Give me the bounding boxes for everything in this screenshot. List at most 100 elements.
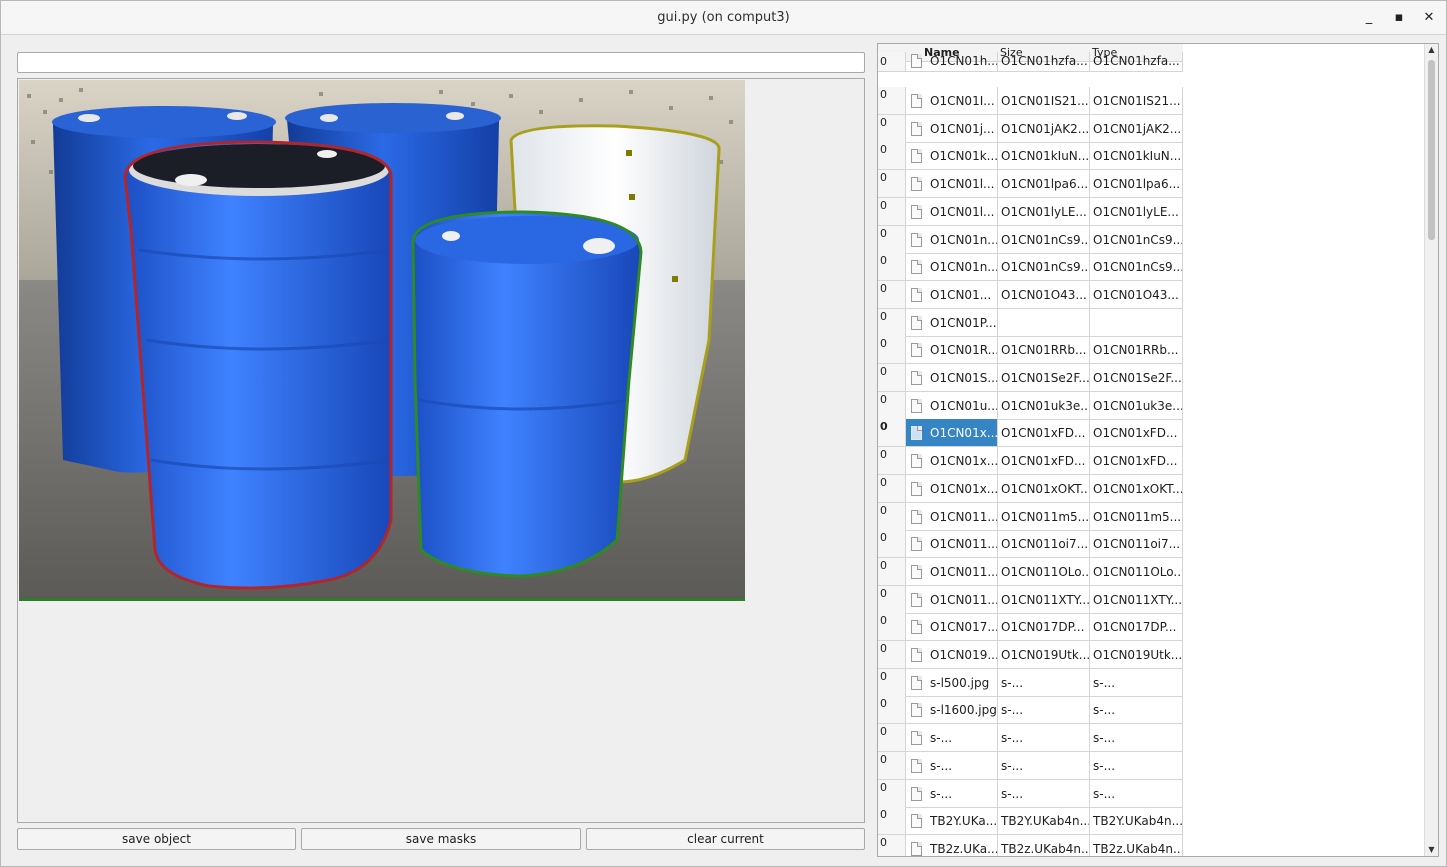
cell-name[interactable]: O1CN017... bbox=[906, 613, 998, 642]
cell-size[interactable]: O1CN017DP... bbox=[998, 613, 1090, 642]
table-row[interactable]: 0 s-... s-... s-... bbox=[878, 724, 1183, 753]
table-row[interactable]: 0 O1CN01j... O1CN01jAK2... O1CN01jAK2... bbox=[878, 114, 1183, 143]
cell-size[interactable]: O1CN01nCs9... bbox=[998, 253, 1090, 282]
cell-type[interactable]: O1CN01jAK2... bbox=[1090, 114, 1183, 143]
minimize-icon[interactable]: _ bbox=[1359, 8, 1379, 28]
cell-type[interactable]: O1CN011m5... bbox=[1090, 502, 1183, 531]
cell-name[interactable]: s-l500.jpg bbox=[906, 668, 998, 697]
title-bar[interactable]: gui.py (on comput3) _ ▪ ✕ bbox=[1, 1, 1446, 35]
cell-name[interactable]: O1CN011... bbox=[906, 557, 998, 586]
table-row[interactable]: 0 O1CN01h... O1CN01hzfa... O1CN01hzfa... bbox=[878, 52, 1183, 72]
close-icon[interactable]: ✕ bbox=[1419, 8, 1439, 28]
cell-name[interactable]: O1CN01u... bbox=[906, 391, 998, 420]
cell-type[interactable]: O1CN01lpa6... bbox=[1090, 170, 1183, 199]
cell-name[interactable]: O1CN01R... bbox=[906, 336, 998, 365]
cell-name[interactable]: s-... bbox=[906, 779, 998, 808]
table-row[interactable]: 0 O1CN011... O1CN011oi7... O1CN011oi7... bbox=[878, 530, 1183, 559]
table-row[interactable]: 0 TB2Y.UKa... TB2Y.UKab4n... TB2Y.UKab4n... bbox=[878, 807, 1183, 836]
cell-type[interactable]: O1CN01uk3e... bbox=[1090, 391, 1183, 420]
maximize-icon[interactable]: ▪ bbox=[1389, 8, 1409, 28]
cell-size[interactable]: s-... bbox=[998, 751, 1090, 780]
table-row[interactable]: 0 O1CN011... O1CN011OLo... O1CN011OLo... bbox=[878, 557, 1183, 586]
cell-size[interactable]: O1CN01xOKT... bbox=[998, 474, 1090, 503]
cell-size[interactable]: O1CN01xFD... bbox=[998, 419, 1090, 448]
cell-size[interactable]: O1CN011XTY... bbox=[998, 585, 1090, 614]
cell-size[interactable] bbox=[998, 308, 1090, 337]
cell-type[interactable]: O1CN019Utk... bbox=[1090, 641, 1183, 669]
cell-size[interactable]: O1CN01kIuN... bbox=[998, 142, 1090, 171]
table-row[interactable]: 0 O1CN01R... O1CN01RRb... O1CN01RRb... bbox=[878, 336, 1183, 365]
cell-size[interactable]: s-... bbox=[998, 779, 1090, 808]
table-row[interactable]: 0 O1CN01x... O1CN01xFD... O1CN01xFD... bbox=[878, 447, 1183, 476]
table-row[interactable]: 0 O1CN01x... O1CN01xFD... O1CN01xFD... bbox=[878, 419, 1183, 448]
cell-type[interactable]: O1CN01IS21... bbox=[1090, 87, 1183, 115]
cell-name[interactable]: TB2z.UKa... bbox=[906, 834, 998, 856]
cell-size[interactable]: O1CN019Utk... bbox=[998, 641, 1090, 669]
cell-size[interactable]: O1CN01IS21... bbox=[998, 87, 1090, 115]
table-row[interactable]: 0 O1CN01l... O1CN01lyLE... O1CN01lyLE... bbox=[878, 197, 1183, 226]
vertical-scrollbar[interactable]: ▲ ▼ bbox=[1424, 44, 1438, 856]
cell-name[interactable]: O1CN01I... bbox=[906, 87, 998, 115]
cell-size[interactable]: O1CN011OLo... bbox=[998, 557, 1090, 586]
cell-name[interactable]: O1CN01h... bbox=[906, 52, 998, 72]
cell-size[interactable]: O1CN01RRb... bbox=[998, 336, 1090, 365]
scroll-thumb[interactable] bbox=[1428, 60, 1435, 240]
cell-type[interactable]: O1CN01xFD... bbox=[1090, 447, 1183, 476]
image-canvas[interactable] bbox=[17, 78, 865, 823]
cell-size[interactable]: s-... bbox=[998, 696, 1090, 725]
table-row[interactable]: 0 O1CN01k... O1CN01kIuN... O1CN01kIuN... bbox=[878, 142, 1183, 171]
table-row[interactable]: 0 O1CN011... O1CN011m5... O1CN011m5... bbox=[878, 502, 1183, 531]
cell-size[interactable]: O1CN011m5... bbox=[998, 502, 1090, 531]
path-input[interactable] bbox=[17, 52, 865, 73]
cell-type[interactable]: O1CN011OLo... bbox=[1090, 557, 1183, 586]
cell-type[interactable]: TB2Y.UKab4n... bbox=[1090, 807, 1183, 836]
table-row[interactable]: 0 s-... s-... s-... bbox=[878, 779, 1183, 808]
table-row[interactable]: 0 TB2z.UKa... TB2z.UKab4n... TB2z.UKab4n... bbox=[878, 834, 1183, 856]
save-object-button[interactable]: save object bbox=[17, 828, 296, 850]
cell-type[interactable]: TB2z.UKab4n... bbox=[1090, 834, 1183, 856]
cell-type[interactable]: O1CN01xOKT... bbox=[1090, 474, 1183, 503]
cell-name[interactable]: O1CN011... bbox=[906, 585, 998, 614]
cell-name[interactable]: O1CN011... bbox=[906, 502, 998, 531]
table-row[interactable]: 0 O1CN01n... O1CN01nCs9... O1CN01nCs9... bbox=[878, 253, 1183, 282]
cell-type[interactable]: s-... bbox=[1090, 696, 1183, 725]
cell-size[interactable]: O1CN01Se2F... bbox=[998, 364, 1090, 392]
cell-size[interactable]: O1CN01jAK2... bbox=[998, 114, 1090, 143]
table-row[interactable]: 0 O1CN017... O1CN017DP... O1CN017DP... bbox=[878, 613, 1183, 642]
cell-size[interactable]: O1CN01xFD... bbox=[998, 447, 1090, 476]
cell-size[interactable]: O1CN01O43... bbox=[998, 280, 1090, 309]
cell-name[interactable]: O1CN01x... bbox=[906, 474, 998, 503]
cell-type[interactable]: O1CN011oi7... bbox=[1090, 530, 1183, 559]
table-row[interactable]: 0 O1CN019... O1CN019Utk... O1CN019Utk... bbox=[878, 641, 1183, 669]
cell-type[interactable] bbox=[1090, 308, 1183, 337]
table-row[interactable]: 0 O1CN01S... O1CN01Se2F... O1CN01Se2F... bbox=[878, 364, 1183, 392]
cell-type[interactable]: O1CN01nCs9... bbox=[1090, 225, 1183, 254]
table-row[interactable]: 0 O1CN01l... O1CN01lpa6... O1CN01lpa6... bbox=[878, 170, 1183, 199]
cell-type[interactable]: O1CN01RRb... bbox=[1090, 336, 1183, 365]
cell-type[interactable]: O1CN01xFD... bbox=[1090, 419, 1183, 448]
table-row[interactable]: 0 s-... s-... s-... bbox=[878, 751, 1183, 780]
cell-size[interactable]: s-... bbox=[998, 724, 1090, 753]
table-row[interactable]: 0 O1CN01x... O1CN01xOKT... O1CN01xOKT... bbox=[878, 474, 1183, 503]
cell-name[interactable]: O1CN01x... bbox=[906, 419, 998, 448]
table-row[interactable]: 0 s-l500.jpg s-... s-... bbox=[878, 668, 1183, 697]
cell-type[interactable]: O1CN01lyLE... bbox=[1090, 197, 1183, 226]
file-table[interactable]: Name Size Type 0 O1CN01h... O1CN01hzfa... O… bbox=[877, 43, 1439, 857]
cell-type[interactable]: s-... bbox=[1090, 751, 1183, 780]
cell-name[interactable]: O1CN01... bbox=[906, 280, 998, 309]
cell-name[interactable]: O1CN01P... bbox=[906, 308, 998, 337]
table-row[interactable]: 0 O1CN011... O1CN011XTY... O1CN011XTY... bbox=[878, 585, 1183, 614]
cell-size[interactable]: s-... bbox=[998, 668, 1090, 697]
cell-size[interactable]: O1CN01nCs9... bbox=[998, 225, 1090, 254]
cell-name[interactable]: s-... bbox=[906, 751, 998, 780]
cell-size[interactable]: TB2z.UKab4n... bbox=[998, 834, 1090, 856]
cell-size[interactable]: O1CN01lyLE... bbox=[998, 197, 1090, 226]
cell-name[interactable]: O1CN011... bbox=[906, 530, 998, 559]
cell-name[interactable]: O1CN01n... bbox=[906, 253, 998, 282]
table-row[interactable]: 0 O1CN01P... bbox=[878, 308, 1183, 337]
cell-name[interactable]: TB2Y.UKa... bbox=[906, 807, 998, 836]
cell-size[interactable]: TB2Y.UKab4n... bbox=[998, 807, 1090, 836]
cell-type[interactable]: s-... bbox=[1090, 668, 1183, 697]
cell-type[interactable]: O1CN017DP... bbox=[1090, 613, 1183, 642]
table-row[interactable]: 0 O1CN01I... O1CN01IS21... O1CN01IS21... bbox=[878, 87, 1183, 115]
